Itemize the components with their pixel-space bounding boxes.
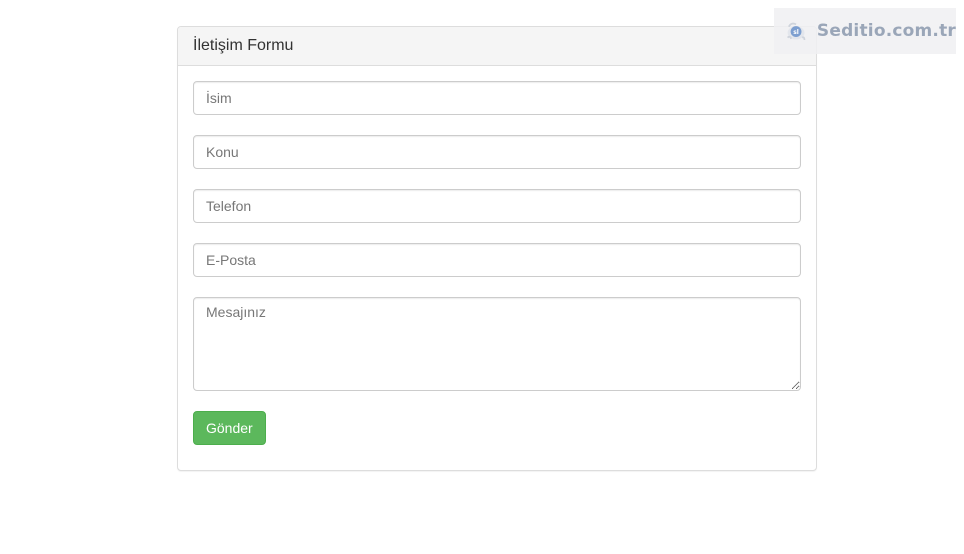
watermark: sl Seditio.com.tr [774, 8, 956, 54]
email-input[interactable] [193, 243, 801, 277]
form-title: İletişim Formu [193, 37, 294, 54]
submit-button[interactable]: Gönder [193, 411, 266, 445]
seditio-logo-icon: sl [786, 22, 806, 41]
phone-input[interactable] [193, 189, 801, 223]
subject-input[interactable] [193, 135, 801, 169]
panel-body: Gönder [178, 66, 816, 460]
svg-text:sl: sl [793, 29, 799, 36]
contact-form-panel: İletişim Formu Gönder [177, 26, 817, 471]
name-input[interactable] [193, 81, 801, 115]
panel-heading: İletişim Formu [178, 27, 816, 66]
message-textarea[interactable] [193, 297, 801, 391]
watermark-text: Seditio.com.tr [816, 21, 956, 41]
